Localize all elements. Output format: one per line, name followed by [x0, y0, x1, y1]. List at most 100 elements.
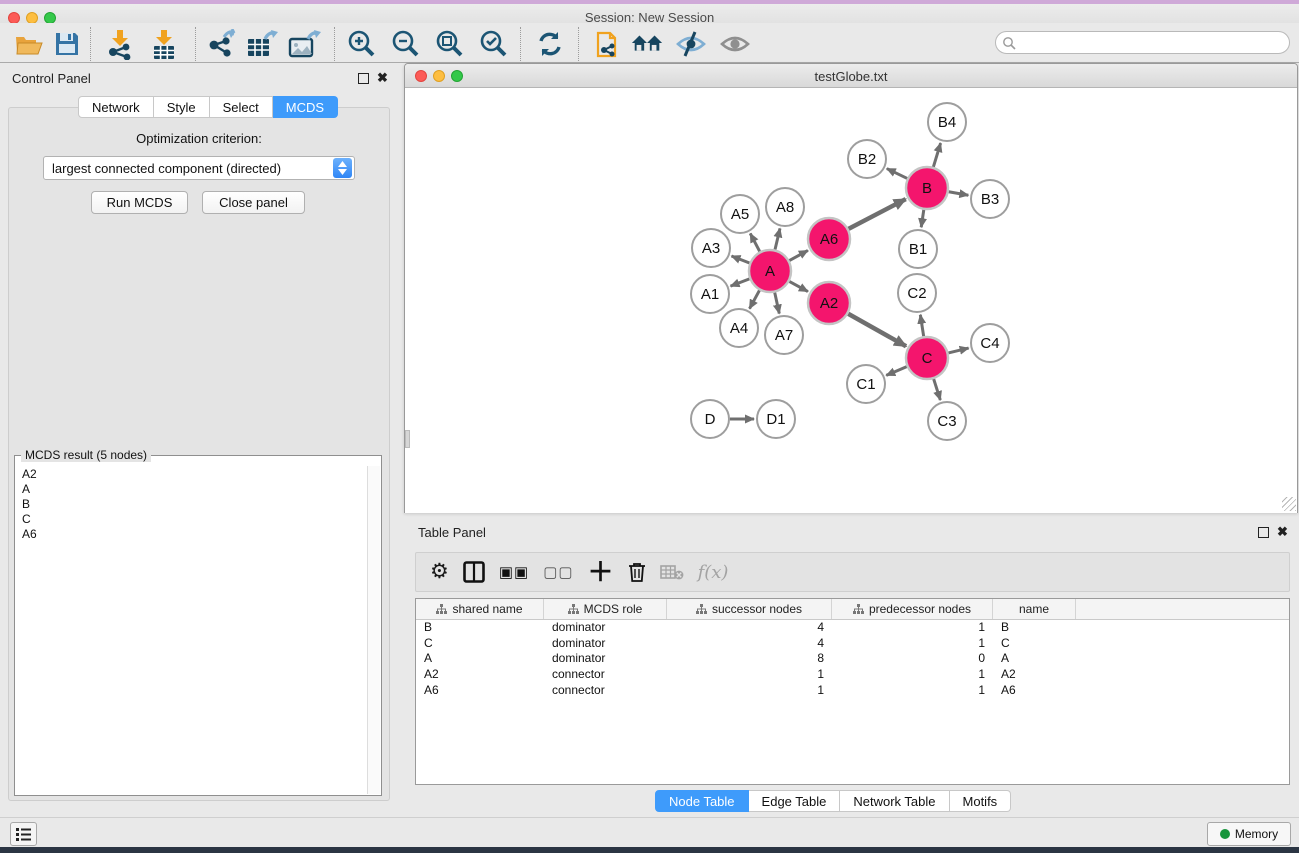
apply-layout-button[interactable]: [533, 27, 567, 61]
zoom-in-button[interactable]: [344, 27, 378, 61]
cell-MCDS-role[interactable]: dominator: [544, 651, 667, 667]
tab-network-table[interactable]: Network Table: [840, 790, 949, 812]
mcds-result-item[interactable]: A2: [16, 466, 368, 481]
function-builder-button[interactable]: f(x): [698, 558, 729, 586]
cell-name[interactable]: C: [993, 636, 1076, 652]
tab-edge-table[interactable]: Edge Table: [749, 790, 841, 812]
graph-node-C1[interactable]: C1: [847, 365, 885, 403]
column-header-predecessor-nodes[interactable]: predecessor nodes: [832, 599, 993, 619]
cell-successor-nodes[interactable]: 4: [667, 620, 832, 636]
graph-node-B[interactable]: B: [906, 167, 948, 209]
cell-shared-name[interactable]: C: [416, 636, 544, 652]
cell-shared-name[interactable]: A2: [416, 667, 544, 683]
search-input[interactable]: [1020, 36, 1289, 50]
delete-column-button[interactable]: [628, 558, 646, 586]
export-image-button[interactable]: [287, 27, 321, 61]
graph-edge-C-C3[interactable]: [934, 379, 941, 400]
zoom-out-button[interactable]: [388, 27, 422, 61]
cell-MCDS-role[interactable]: connector: [544, 683, 667, 699]
cell-shared-name[interactable]: B: [416, 620, 544, 636]
graph-node-D1[interactable]: D1: [757, 400, 795, 438]
zoom-selected-button[interactable]: [476, 27, 510, 61]
network-window-titlebar[interactable]: testGlobe.txt: [405, 64, 1297, 88]
table-row[interactable]: A2connector11A2: [416, 667, 1289, 683]
graph-node-B2[interactable]: B2: [848, 140, 886, 178]
graph-node-A2[interactable]: A2: [808, 282, 850, 324]
mcds-result-item[interactable]: C: [16, 511, 368, 526]
select-all-button[interactable]: ▣▣: [499, 558, 529, 586]
cell-predecessor-nodes[interactable]: 1: [832, 620, 993, 636]
tab-network[interactable]: Network: [78, 96, 154, 118]
cell-shared-name[interactable]: A6: [416, 683, 544, 699]
table-row[interactable]: Bdominator41B: [416, 620, 1289, 636]
import-table-button[interactable]: [147, 27, 181, 61]
hide-selected-button[interactable]: [674, 27, 708, 61]
tab-motifs[interactable]: Motifs: [950, 790, 1012, 812]
cell-name[interactable]: A6: [993, 683, 1076, 699]
cell-MCDS-role[interactable]: connector: [544, 667, 667, 683]
mcds-result-item[interactable]: B: [16, 496, 368, 511]
graph-edge-C-C2[interactable]: [920, 315, 923, 337]
graph-edge-A-A2[interactable]: [789, 281, 808, 291]
cell-MCDS-role[interactable]: dominator: [544, 620, 667, 636]
column-visibility-button[interactable]: [463, 558, 485, 586]
first-neighbors-button[interactable]: [630, 27, 664, 61]
graph-edge-A-A7[interactable]: [775, 292, 780, 313]
show-all-button[interactable]: [718, 27, 752, 61]
cell-name[interactable]: A2: [993, 667, 1076, 683]
graph-edge-A6-B[interactable]: [849, 199, 906, 229]
cell-name[interactable]: B: [993, 620, 1076, 636]
new-network-button[interactable]: [592, 27, 626, 61]
graph-edge-A-A8[interactable]: [775, 228, 780, 249]
cell-successor-nodes[interactable]: 4: [667, 636, 832, 652]
graph-node-A5[interactable]: A5: [721, 195, 759, 233]
graph-edge-C-C1[interactable]: [886, 367, 907, 376]
toolbar-search[interactable]: [995, 31, 1290, 54]
graph-edge-B-B2[interactable]: [887, 169, 907, 179]
graph-node-C[interactable]: C: [906, 337, 948, 379]
cell-predecessor-nodes[interactable]: 1: [832, 636, 993, 652]
graph-edge-B-B1[interactable]: [921, 210, 924, 227]
tab-mcds[interactable]: MCDS: [273, 96, 338, 118]
tab-node-table[interactable]: Node Table: [655, 790, 749, 812]
graph-edge-B-B3[interactable]: [949, 192, 969, 195]
column-header-shared-name[interactable]: shared name: [416, 599, 544, 619]
network-vscrollbar[interactable]: [405, 430, 410, 448]
delete-table-button[interactable]: [660, 558, 684, 586]
import-network-button[interactable]: [103, 27, 137, 61]
mcds-result-item[interactable]: A6: [16, 526, 368, 541]
cell-name[interactable]: A: [993, 651, 1076, 667]
graph-edge-A-A1[interactable]: [731, 279, 750, 286]
run-mcds-button[interactable]: Run MCDS: [91, 191, 188, 214]
graph-node-A3[interactable]: A3: [692, 229, 730, 267]
graph-node-B4[interactable]: B4: [928, 103, 966, 141]
graph-node-C4[interactable]: C4: [971, 324, 1009, 362]
graph-node-A6[interactable]: A6: [808, 218, 850, 260]
mcds-result-item[interactable]: A: [16, 481, 368, 496]
column-header-MCDS-role[interactable]: MCDS role: [544, 599, 667, 619]
cell-successor-nodes[interactable]: 1: [667, 683, 832, 699]
graph-edge-A-A3[interactable]: [731, 256, 749, 263]
table-settings-button[interactable]: ⚙: [430, 558, 449, 586]
graph-node-A[interactable]: A: [749, 250, 791, 292]
graph-node-A8[interactable]: A8: [766, 188, 804, 226]
graph-edge-A-A4[interactable]: [750, 290, 760, 308]
open-session-button[interactable]: [12, 27, 46, 61]
window-resize-grip[interactable]: [1282, 497, 1296, 511]
graph-node-B1[interactable]: B1: [899, 230, 937, 268]
graph-edge-A2-C[interactable]: [848, 314, 906, 346]
graph-node-B3[interactable]: B3: [971, 180, 1009, 218]
graph-edge-B-B4[interactable]: [933, 143, 940, 167]
table-panel-close-button[interactable]: ✖: [1277, 526, 1288, 537]
zoom-fit-button[interactable]: [432, 27, 466, 61]
cell-MCDS-role[interactable]: dominator: [544, 636, 667, 652]
cell-predecessor-nodes[interactable]: 0: [832, 651, 993, 667]
memory-button[interactable]: Memory: [1207, 822, 1291, 846]
control-panel-float-button[interactable]: [358, 73, 369, 84]
graph-node-A1[interactable]: A1: [691, 275, 729, 313]
control-panel-close-button[interactable]: ✖: [377, 72, 388, 83]
graph-edge-A-A5[interactable]: [750, 233, 760, 251]
tab-style[interactable]: Style: [154, 96, 210, 118]
network-graph[interactable]: B4B2BB3A8A5A6A3B1AC2A1A2A4A7C4CC1C3DD1: [405, 89, 1297, 513]
graph-node-D[interactable]: D: [691, 400, 729, 438]
